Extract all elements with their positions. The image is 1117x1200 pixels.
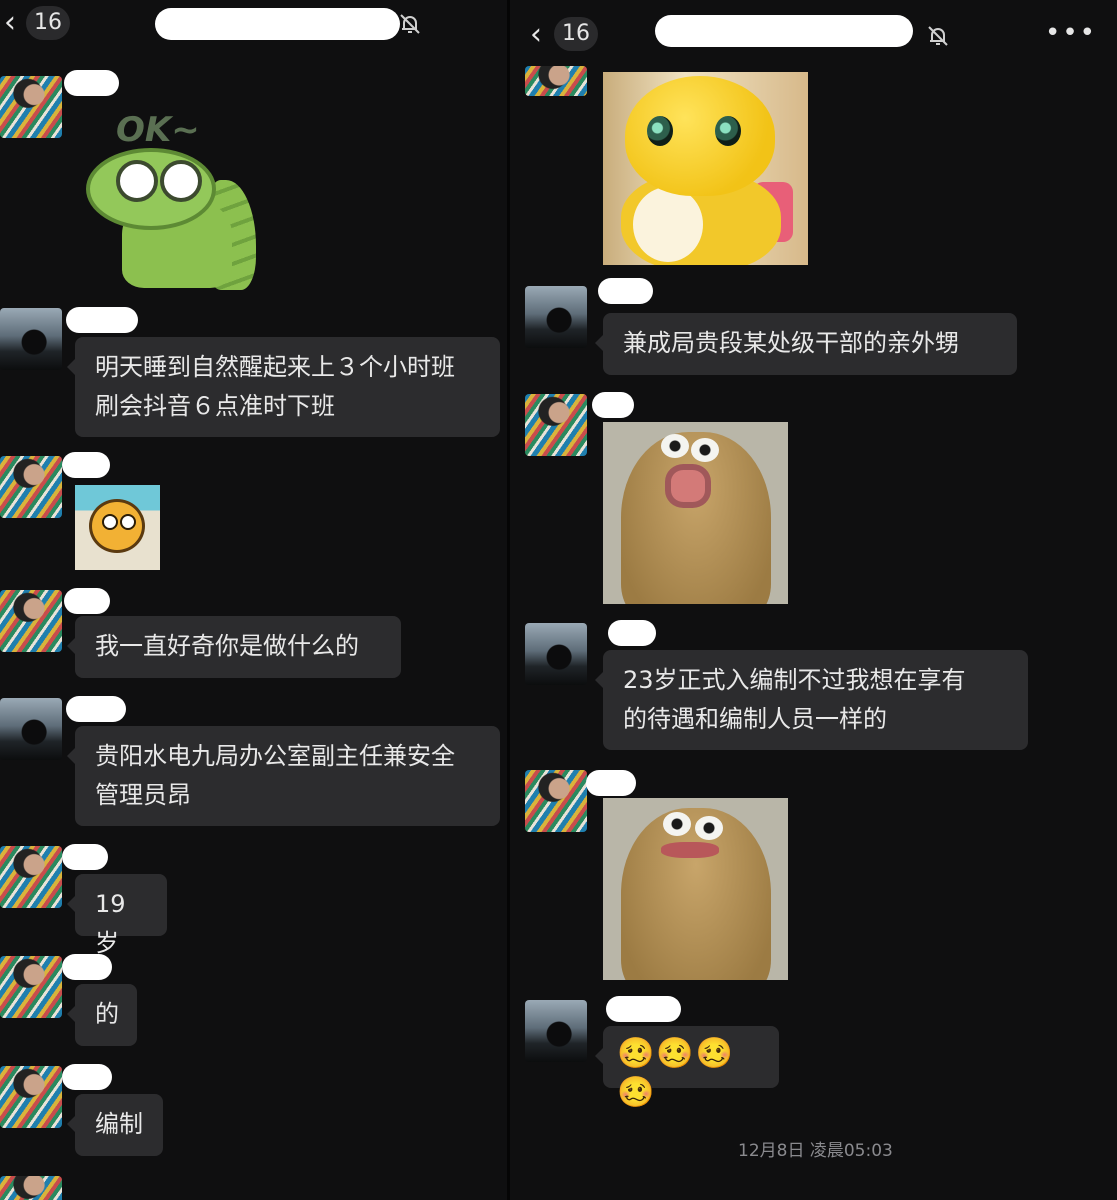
sender-name-redacted: [608, 620, 656, 646]
potato-eye: [663, 812, 691, 836]
sticker-face: [89, 499, 145, 553]
message-bubble[interactable]: 23岁正式入编制不过我想在享有 的待遇和编制人员一样的: [595, 650, 1028, 750]
right-chat-screenshot: ‹ 16 ••• 兼成局贵段某处级干部的亲外甥 23岁正式入编制不过我想在享有 …: [510, 0, 1117, 1200]
frog-ok-sticker[interactable]: OK~: [86, 110, 266, 295]
sender-name-redacted: [586, 770, 636, 796]
message-bubble[interactable]: 明天睡到自然醒起来上３个小时班 刷会抖音６点准时下班: [67, 337, 500, 437]
sticker-eye: [120, 514, 136, 530]
sticker-eye: [102, 514, 118, 530]
sender-name-redacted: [592, 392, 634, 418]
emoji-sticker[interactable]: [75, 485, 160, 570]
dino-eye: [647, 116, 673, 146]
sender-name-redacted: [62, 844, 108, 870]
unread-count-badge: 16: [554, 17, 598, 51]
dino-eye: [715, 116, 741, 146]
potato-mouth: [665, 464, 711, 508]
potato-eye: [691, 438, 719, 462]
avatar[interactable]: [525, 770, 587, 832]
avatar[interactable]: [525, 286, 587, 348]
sender-name-redacted: [62, 452, 110, 478]
potato-meme-sticker[interactable]: [603, 798, 788, 980]
avatar[interactable]: [0, 1066, 62, 1128]
potato-mouth: [661, 842, 719, 858]
potato-eye: [695, 816, 723, 840]
chat-title-redacted: [655, 15, 913, 47]
back-arrow-icon[interactable]: ‹: [4, 8, 26, 38]
avatar[interactable]: [0, 76, 62, 138]
yellow-dino-sticker[interactable]: [603, 72, 808, 265]
dino-head: [625, 76, 775, 196]
more-options-icon[interactable]: •••: [1045, 18, 1097, 48]
avatar[interactable]: [525, 623, 587, 685]
message-bubble[interactable]: 🥴🥴🥴🥴: [595, 1026, 779, 1110]
avatar[interactable]: [525, 66, 587, 96]
sender-name-redacted: [66, 307, 138, 333]
message-bubble[interactable]: 我一直好奇你是做什么的: [67, 616, 401, 678]
dino-belly: [633, 187, 703, 262]
frog-eye: [160, 160, 202, 202]
mute-bell-icon: [928, 26, 948, 46]
message-bubble[interactable]: 的: [67, 984, 137, 1046]
chat-header: ‹ 16: [0, 0, 507, 60]
mute-bell-icon: [400, 14, 420, 34]
chat-title-redacted: [155, 8, 400, 40]
avatar[interactable]: [0, 846, 62, 908]
avatar[interactable]: [0, 956, 62, 1018]
sender-name-redacted: [606, 996, 681, 1022]
message-bubble[interactable]: 编制: [67, 1094, 163, 1156]
back-arrow-icon[interactable]: ‹: [530, 20, 552, 50]
potato-meme-sticker[interactable]: [603, 422, 788, 604]
avatar[interactable]: [0, 698, 62, 760]
message-timestamp: 12月8日 凌晨05:03: [738, 1141, 893, 1161]
sender-name-redacted: [62, 954, 112, 980]
left-chat-screenshot: ‹ 16 OK~ 明天睡到自然醒起来上３个小时班 刷会抖音６点准时下班 我一直好…: [0, 0, 507, 1200]
unread-count-badge: 16: [26, 6, 70, 40]
sender-name-redacted: [64, 588, 110, 614]
sender-name-redacted: [62, 1064, 112, 1090]
sender-name-redacted: [64, 70, 119, 96]
potato-eye: [661, 434, 689, 458]
message-bubble[interactable]: 兼成局贵段某处级干部的亲外甥: [595, 313, 1017, 375]
avatar[interactable]: [525, 1000, 587, 1062]
frog-eye: [116, 160, 158, 202]
sender-name-redacted: [66, 696, 126, 722]
sticker-caption: OK~: [116, 110, 200, 150]
message-bubble[interactable]: 19岁: [67, 874, 167, 957]
avatar[interactable]: [0, 308, 62, 370]
avatar[interactable]: [525, 394, 587, 456]
sender-name-redacted: [598, 278, 653, 304]
avatar[interactable]: [0, 456, 62, 518]
avatar[interactable]: [0, 1176, 62, 1200]
message-bubble[interactable]: 贵阳水电九局办公室副主任兼安全 管理员昂: [67, 726, 500, 826]
avatar[interactable]: [0, 590, 62, 652]
chat-header: ‹ 16 •••: [510, 0, 1117, 60]
